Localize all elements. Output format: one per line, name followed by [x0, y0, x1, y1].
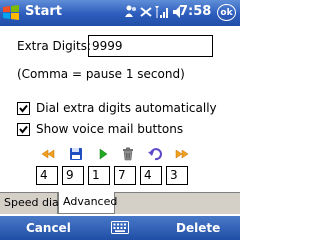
digit-box-1[interactable]: 4	[36, 166, 58, 185]
ok-button[interactable]: ok	[217, 4, 236, 21]
tab-strip: Speed dial Advanced	[0, 192, 240, 214]
digit-box-4[interactable]: 7	[114, 166, 136, 185]
save-icon[interactable]	[68, 146, 84, 162]
window-title[interactable]: Start	[25, 4, 62, 19]
fast-forward-icon[interactable]	[174, 146, 190, 162]
play-icon[interactable]	[95, 146, 111, 162]
connectivity-icon	[140, 7, 152, 17]
tab-speed-dial[interactable]: Speed dial	[0, 192, 62, 214]
checkmark-icon	[19, 104, 28, 113]
digit-box-6[interactable]: 3	[166, 166, 188, 185]
delete-button[interactable]: Delete	[176, 221, 220, 235]
rewind-icon[interactable]	[40, 146, 56, 162]
windows-flag-icon[interactable]	[2, 4, 20, 22]
digit-box-5[interactable]: 4	[140, 166, 162, 185]
checkmark-icon	[19, 125, 28, 134]
digit-box-2[interactable]: 9	[62, 166, 84, 185]
signal-icon	[155, 6, 168, 18]
extra-digits-label: Extra Digits:	[17, 39, 92, 53]
dial-extra-digits-label: Dial extra digits automatically	[36, 101, 217, 115]
softkey-bar: Cancel Delete	[0, 216, 240, 240]
title-bar: Start 7:58 ok	[0, 0, 240, 26]
clock[interactable]: 7:58	[179, 4, 211, 19]
show-voicemail-checkbox[interactable]	[17, 123, 30, 136]
pause-hint: (Comma = pause 1 second)	[17, 67, 185, 81]
trash-icon[interactable]	[120, 146, 136, 162]
dial-extra-digits-checkbox[interactable]	[17, 102, 30, 115]
keyboard-icon[interactable]	[111, 221, 129, 234]
content-area: Extra Digits: 9999 (Comma = pause 1 seco…	[0, 26, 240, 216]
digit-box-3[interactable]: 1	[88, 166, 110, 185]
extra-digits-input[interactable]: 9999	[88, 35, 213, 57]
tab-advanced[interactable]: Advanced	[58, 192, 117, 214]
people-icon	[125, 5, 136, 17]
show-voicemail-label: Show voice mail buttons	[36, 122, 184, 136]
undo-icon[interactable]	[147, 146, 163, 162]
cancel-button[interactable]: Cancel	[26, 221, 71, 235]
voicemail-toolbar	[40, 146, 200, 162]
